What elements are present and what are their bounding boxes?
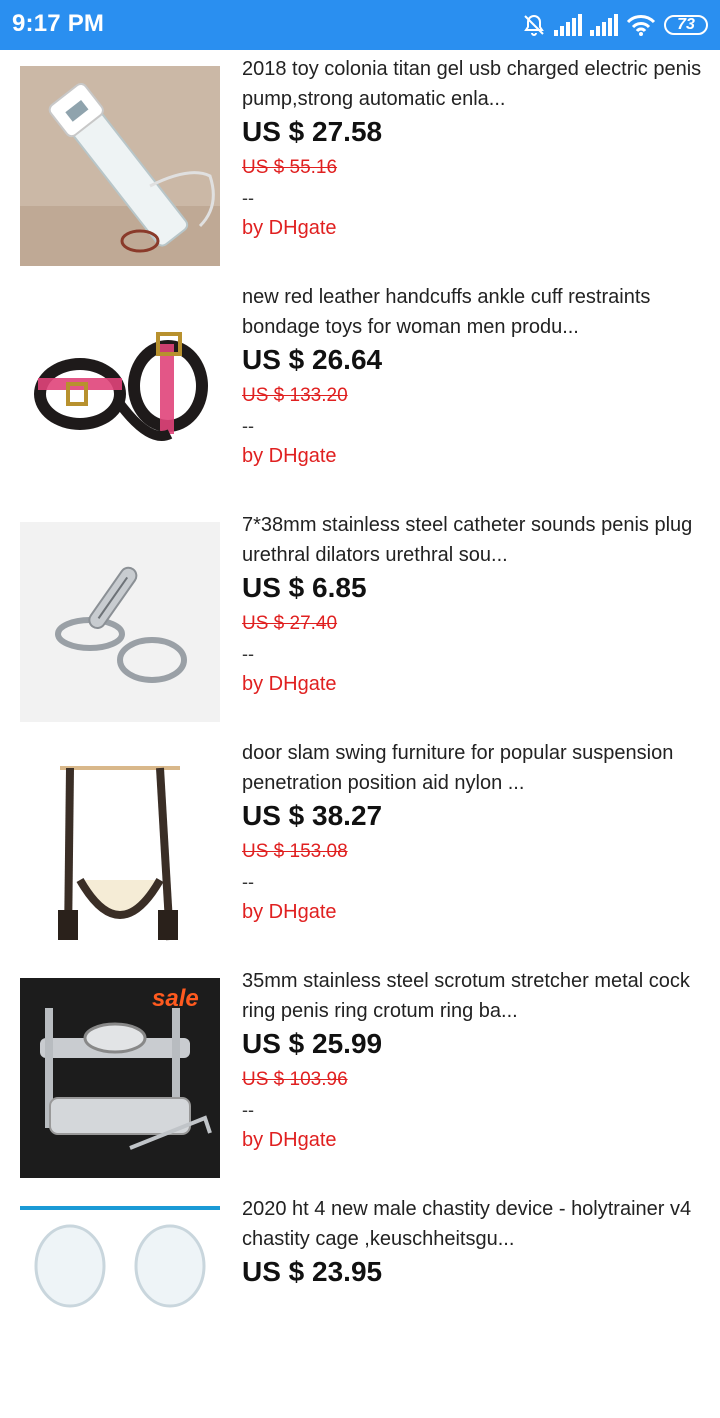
status-bar: 9:17 PM 73 [0, 0, 720, 50]
product-price: US $ 25.99 [242, 1028, 383, 1059]
product-title[interactable]: new red leather handcuffs ankle cuff res… [242, 282, 708, 342]
product-seller[interactable]: by DHgate [242, 1122, 708, 1158]
sale-badge: sale [152, 985, 199, 1012]
product-old-price: US $ 55.16 [242, 157, 338, 178]
product-image[interactable]: sale [20, 978, 220, 1178]
signal-icon [590, 14, 618, 36]
product-info: door slam swing furniture for popular su… [242, 738, 708, 930]
product-title[interactable]: 35mm stainless steel scrotum stretcher m… [242, 966, 708, 1026]
product-old-price: US $ 27.40 [242, 613, 338, 634]
product-item[interactable]: 2020 ht 4 new male chastity device - hol… [0, 1190, 720, 1418]
product-image[interactable] [20, 66, 220, 266]
product-info: 2020 ht 4 new male chastity device - hol… [242, 1194, 708, 1290]
product-price: US $ 6.85 [242, 572, 367, 603]
signal-icon [554, 14, 582, 36]
product-image[interactable] [20, 522, 220, 722]
product-title[interactable]: door slam swing furniture for popular su… [242, 738, 708, 798]
product-item[interactable]: 7*38mm stainless steel catheter sounds p… [0, 506, 720, 734]
battery-icon: 73 [664, 15, 708, 35]
product-image[interactable] [20, 1206, 220, 1406]
alarm-off-icon [522, 13, 546, 37]
product-rating-placeholder: -- [242, 1100, 254, 1120]
product-title[interactable]: 7*38mm stainless steel catheter sounds p… [242, 510, 708, 570]
product-price: US $ 26.64 [242, 344, 383, 375]
product-image[interactable] [20, 294, 220, 494]
product-price: US $ 23.95 [242, 1256, 383, 1287]
product-info: 35mm stainless steel scrotum stretcher m… [242, 966, 708, 1158]
product-seller[interactable]: by DHgate [242, 894, 708, 930]
product-rating-placeholder: -- [242, 872, 254, 892]
product-list: 2018 toy colonia titan gel usb charged e… [0, 50, 720, 1418]
product-old-price: US $ 153.08 [242, 841, 348, 862]
product-price: US $ 38.27 [242, 800, 383, 831]
status-icons: 73 [522, 12, 708, 38]
product-title[interactable]: 2020 ht 4 new male chastity device - hol… [242, 1194, 708, 1254]
product-item[interactable]: door slam swing furniture for popular su… [0, 734, 720, 962]
battery-level: 73 [677, 16, 695, 33]
product-title[interactable]: 2018 toy colonia titan gel usb charged e… [242, 54, 708, 114]
product-old-price: US $ 103.96 [242, 1069, 348, 1090]
product-seller[interactable]: by DHgate [242, 666, 708, 702]
product-info: 2018 toy colonia titan gel usb charged e… [242, 54, 708, 246]
product-item[interactable]: new red leather handcuffs ankle cuff res… [0, 278, 720, 506]
product-seller[interactable]: by DHgate [242, 438, 708, 474]
product-image[interactable] [20, 750, 220, 950]
product-price: US $ 27.58 [242, 116, 383, 147]
wifi-icon [626, 14, 656, 36]
product-rating-placeholder: -- [242, 644, 254, 664]
product-info: new red leather handcuffs ankle cuff res… [242, 282, 708, 474]
product-old-price: US $ 133.20 [242, 385, 348, 406]
product-info: 7*38mm stainless steel catheter sounds p… [242, 510, 708, 702]
product-seller[interactable]: by DHgate [242, 210, 708, 246]
product-rating-placeholder: -- [242, 416, 254, 436]
product-item[interactable]: sale 35mm stainless steel scrotum stretc… [0, 962, 720, 1190]
status-time: 9:17 PM [12, 10, 105, 37]
product-rating-placeholder: -- [242, 188, 254, 208]
product-item[interactable]: 2018 toy colonia titan gel usb charged e… [0, 50, 720, 278]
